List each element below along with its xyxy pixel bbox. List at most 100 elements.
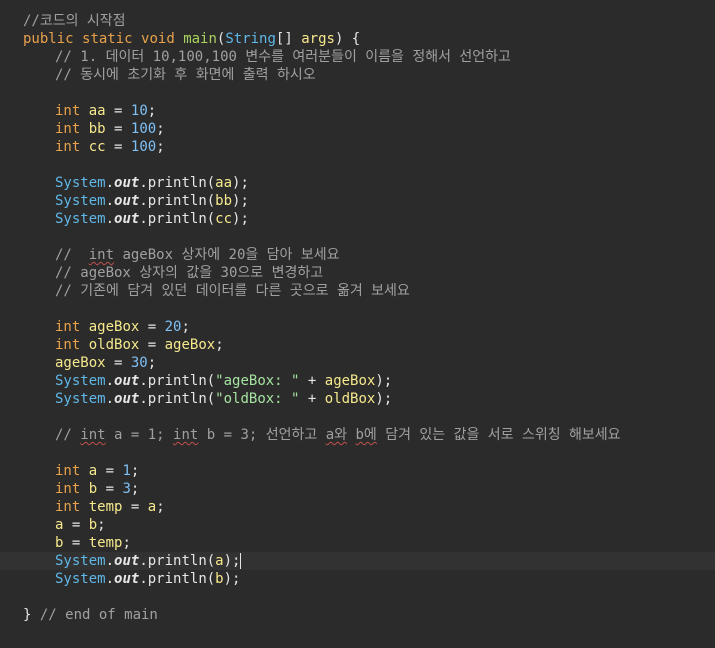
code-line[interactable]: int bb = 100; — [0, 120, 715, 138]
code-text: = — [139, 337, 165, 353]
code-editor[interactable]: //코드의 시작점 public static void main(String[… — [0, 0, 715, 648]
code-text: ); — [223, 553, 241, 569]
code-line[interactable]: //코드의 시작점 — [0, 12, 715, 30]
code-static-field: out — [114, 193, 140, 209]
code-number-literal: 100 — [130, 139, 157, 155]
code-line[interactable] — [0, 444, 715, 462]
code-text: . — [105, 391, 115, 407]
code-line[interactable]: int aa = 10; — [0, 102, 715, 120]
code-line[interactable] — [0, 156, 715, 174]
code-method-name: main — [183, 31, 217, 47]
code-line[interactable]: int cc = 100; — [0, 138, 715, 156]
code-line[interactable] — [0, 588, 715, 606]
code-text: ; — [147, 355, 157, 371]
code-line[interactable]: int temp = a; — [0, 498, 715, 516]
code-line[interactable]: public static void main(String[] args) { — [0, 30, 715, 48]
code-line[interactable]: // int ageBox 상자에 20을 담아 보세요 — [0, 246, 715, 264]
code-comment-misspelled: int — [173, 427, 199, 443]
code-text: ; — [156, 121, 165, 137]
code-line[interactable]: System.out.println("oldBox: " + oldBox); — [0, 390, 715, 408]
code-line-current[interactable]: System.out.println(a); — [0, 552, 715, 570]
code-number-literal: 10 — [130, 103, 148, 119]
code-identifier: temp — [88, 499, 123, 515]
code-identifier: args — [301, 31, 335, 47]
code-text: = — [105, 103, 131, 119]
code-line[interactable]: ageBox = 30; — [0, 354, 715, 372]
code-text: . — [105, 553, 115, 569]
code-text: = — [97, 463, 123, 479]
code-line[interactable]: System.out.println("ageBox: " + ageBox); — [0, 372, 715, 390]
code-text: = — [97, 481, 123, 497]
code-text: ; — [130, 463, 140, 479]
code-text: .println( — [139, 175, 216, 191]
code-line[interactable]: int oldBox = ageBox; — [0, 336, 715, 354]
code-comment: 담겨 있는 값을 서로 스위칭 해보세요 — [376, 427, 621, 443]
text-caret — [240, 553, 242, 569]
code-line[interactable]: // 동시에 초기화 후 화면에 출력 하시오 — [0, 66, 715, 84]
code-text: ; — [215, 337, 224, 353]
code-static-field: out — [114, 571, 140, 587]
code-class-name: System — [55, 373, 106, 389]
code-identifier: a — [88, 463, 98, 479]
code-line[interactable]: // int a = 1; int b = 3; 선언하고 a와 b에 담겨 있… — [0, 426, 715, 444]
code-text: = — [105, 139, 131, 155]
code-comment: // 기존에 담겨 있던 데이터를 다른 곳으로 옮겨 보세요 — [55, 283, 410, 299]
code-keyword: int — [55, 139, 81, 155]
code-keyword: int — [55, 463, 81, 479]
code-line[interactable]: System.out.println(bb); — [0, 192, 715, 210]
code-line[interactable]: // 기존에 담겨 있던 데이터를 다른 곳으로 옮겨 보세요 — [0, 282, 715, 300]
code-text: ; — [156, 499, 165, 515]
code-line[interactable]: } // end of main — [0, 606, 715, 624]
code-comment-misspelled: int — [80, 427, 106, 443]
code-static-field: out — [114, 211, 140, 227]
code-keyword: int — [55, 319, 81, 335]
code-text: ; — [181, 319, 190, 335]
code-identifier: cc — [88, 139, 106, 155]
code-comment: a = 1; — [105, 427, 174, 443]
code-text: .println( — [139, 391, 216, 407]
code-identifier: aa — [88, 103, 106, 119]
code-class-name: String — [225, 31, 276, 47]
code-text: ); — [232, 193, 249, 209]
code-comment: // 1. 데이터 10,100,100 변수를 여러분들이 이름을 정해서 선… — [55, 49, 511, 65]
code-identifier: bb — [215, 193, 233, 209]
code-static-field: out — [114, 391, 140, 407]
code-line[interactable]: // 1. 데이터 10,100,100 변수를 여러분들이 이름을 정해서 선… — [0, 48, 715, 66]
code-line[interactable] — [0, 300, 715, 318]
code-class-name: System — [55, 391, 106, 407]
code-line[interactable]: System.out.println(aa); — [0, 174, 715, 192]
code-area[interactable]: //코드의 시작점 public static void main(String[… — [0, 12, 715, 624]
code-line[interactable]: System.out.println(cc); — [0, 210, 715, 228]
code-identifier: a — [147, 499, 157, 515]
code-line[interactable]: // ageBox 상자의 값을 30으로 변경하고 — [0, 264, 715, 282]
code-line[interactable] — [0, 408, 715, 426]
code-comment-misspelled: b에 — [355, 427, 377, 443]
code-identifier: a — [215, 553, 224, 569]
code-line[interactable]: a = b; — [0, 516, 715, 534]
code-text: ; — [130, 481, 140, 497]
code-identifier: b — [88, 481, 98, 497]
code-line[interactable]: int a = 1; — [0, 462, 715, 480]
code-text: ; — [122, 535, 131, 551]
code-line[interactable] — [0, 228, 715, 246]
code-line[interactable]: int b = 3; — [0, 480, 715, 498]
code-keyword: int — [55, 337, 81, 353]
code-text: . — [105, 193, 115, 209]
code-string-literal: "oldBox: " — [215, 391, 300, 407]
code-line[interactable]: System.out.println(b); — [0, 570, 715, 588]
code-line[interactable]: b = temp; — [0, 534, 715, 552]
code-line[interactable]: int ageBox = 20; — [0, 318, 715, 336]
code-identifier: ageBox — [164, 337, 216, 353]
code-keyword: static — [82, 31, 133, 47]
code-text: .println( — [139, 193, 216, 209]
code-text: [] — [275, 31, 302, 47]
code-line[interactable] — [0, 84, 715, 102]
code-comment: // — [55, 427, 81, 443]
code-static-field: out — [114, 373, 140, 389]
